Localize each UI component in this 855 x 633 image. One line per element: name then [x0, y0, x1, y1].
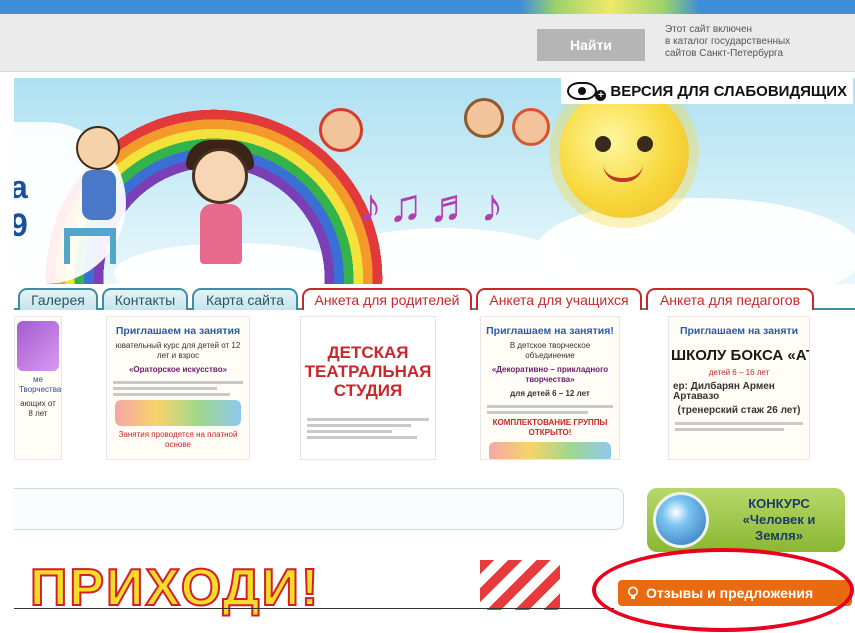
- announcement-text: ер: Дилбарян Армен Артавазо: [673, 381, 775, 402]
- announcement-title: Приглашаем на занятия!: [486, 325, 614, 337]
- announcement-name: «Декоративно – прикладного творчества»: [491, 365, 609, 384]
- text-line: [675, 422, 803, 425]
- text-line: [675, 428, 784, 431]
- contest-text: КОНКУРС «Человек и Земля»: [717, 496, 841, 544]
- announcement-footer: КОМПЛЕКТОВАНИЕ ГРУППЫ ОТКРЫТО!: [492, 418, 608, 437]
- flying-kid-illustration: [319, 108, 363, 152]
- text-line: [487, 411, 588, 414]
- announcement-body: [307, 418, 429, 439]
- announcement-title: Приглашаем на занятия: [115, 325, 241, 337]
- site-title-line: а: [14, 169, 28, 205]
- announcement-footer: Занятия проводятся на платной основе: [118, 430, 238, 449]
- stool-illustration: [64, 228, 116, 264]
- text-line: [113, 381, 243, 384]
- announcement-text: ающих от 8 лет: [20, 399, 56, 418]
- boy-head-illustration: [76, 126, 120, 170]
- low-vision-version-link[interactable]: + ВЕРСИЯ ДЛЯ СЛАБОВИДЯЩИХ: [561, 78, 853, 104]
- sun-eye: [595, 136, 611, 152]
- pilot-kid-illustration: [464, 98, 504, 138]
- tab-contacts[interactable]: Контакты: [102, 288, 188, 310]
- announcement-name: «Ораторское искусство»: [128, 365, 228, 374]
- teacher-head-illustration: [192, 148, 248, 204]
- contest-line: Земля»: [755, 528, 803, 543]
- announcement-title: Приглашаем на заняти: [679, 325, 799, 337]
- content-panel: [14, 488, 624, 530]
- sun-mouth: [603, 164, 643, 182]
- announcement-card[interactable]: Приглашаем на занятия ювательный курс дл…: [106, 316, 250, 460]
- announcement-body: [113, 381, 243, 396]
- tab-teachers-survey[interactable]: Анкета для педагогов: [646, 288, 814, 310]
- header-flower-decoration: [520, 0, 700, 14]
- header-banner: а 9 ♪♫♬♪ + ВЕРСИЯ ДЛЯ СЛАБОВИДЯЩИХ: [14, 78, 855, 284]
- pilot-kid-illustration: [512, 108, 550, 146]
- tab-parents-survey[interactable]: Анкета для родителей: [302, 288, 472, 310]
- main-nav: Галерея Контакты Карта сайта Анкета для …: [14, 286, 855, 310]
- site-title-partial: а 9: [14, 168, 28, 244]
- search-bar: Найти Этот сайт включен в каталог госуда…: [0, 14, 855, 72]
- eye-icon: [567, 82, 598, 100]
- text-line: [307, 424, 411, 427]
- announcement-text: для детей 6 – 12 лет: [510, 389, 590, 398]
- low-vision-label: ВЕРСИЯ ДЛЯ СЛАБОВИДЯЩИХ: [610, 82, 847, 100]
- divider: [14, 608, 614, 609]
- catalog-note-line: в каталог государственных: [665, 36, 791, 47]
- site-title-line: 9: [14, 207, 28, 243]
- announcement-image: [489, 442, 611, 459]
- announcement-card[interactable]: Приглашаем на занятия! В детское творчес…: [480, 316, 620, 460]
- announcement-card[interactable]: ДЕТСКАЯ ТЕАТРАЛЬНАЯ СТУДИЯ: [300, 316, 436, 460]
- top-strip: [0, 0, 855, 14]
- text-line: [307, 436, 417, 439]
- tab-students-survey[interactable]: Анкета для учащихся: [476, 288, 642, 310]
- globe-icon: [653, 492, 709, 548]
- text-line: [307, 430, 393, 433]
- announcement-text: детей 6 – 16 лет: [708, 368, 770, 377]
- text-line: [487, 405, 613, 408]
- boy-body-illustration: [82, 170, 116, 220]
- sun-eye: [637, 136, 653, 152]
- search-button[interactable]: Найти: [537, 29, 645, 61]
- contest-line: КОНКУРС: [748, 496, 810, 511]
- announcement-image: [115, 400, 241, 426]
- announcement-card[interactable]: Приглашаем на заняти ШКОЛУ БОКСА «АТАМА …: [668, 316, 810, 460]
- announcement-title: ДЕТСКАЯ ТЕАТРАЛЬНАЯ СТУДИЯ: [304, 343, 432, 400]
- announcement-body: [675, 422, 803, 431]
- cloud-decoration: [534, 198, 855, 284]
- catalog-note[interactable]: Этот сайт включен в каталог государствен…: [665, 24, 850, 60]
- announcement-image: [17, 321, 59, 371]
- announcement-text: ювательный курс для детей от 12 лет и вз…: [115, 341, 241, 360]
- text-line: [307, 418, 429, 421]
- tab-gallery[interactable]: Галерея: [18, 288, 98, 310]
- text-line: [113, 393, 230, 396]
- tab-sitemap[interactable]: Карта сайта: [192, 288, 298, 310]
- announcement-text: ме Творчества: [19, 375, 62, 394]
- announcement-text: (тренерский стаж 26 лет): [677, 405, 801, 416]
- catalog-note-line: сайтов Санкт-Петербурга: [665, 48, 784, 59]
- teacher-body-illustration: [200, 204, 242, 264]
- announcement-body: [487, 405, 613, 414]
- text-line: [113, 387, 217, 390]
- announcement-card[interactable]: ме Творчества ающих от 8 лет: [14, 316, 62, 460]
- contest-line: «Человек и: [742, 512, 816, 527]
- announcement-name: ШКОЛУ БОКСА «АТАМА: [671, 347, 809, 364]
- catalog-note-line: Этот сайт включен: [665, 24, 753, 35]
- announcement-banners: ме Творчества ающих от 8 лет Приглашаем …: [14, 314, 855, 464]
- plus-icon: +: [595, 89, 607, 101]
- highlight-annotation: [592, 548, 854, 632]
- contest-banner[interactable]: КОНКУРС «Человек и Земля»: [647, 488, 845, 552]
- sun-illustration: [559, 88, 689, 218]
- music-notes-illustration: ♪♫♬♪: [359, 179, 510, 231]
- announcement-text: В детское творческое объединение: [509, 341, 591, 360]
- promo-decoration: [480, 560, 560, 610]
